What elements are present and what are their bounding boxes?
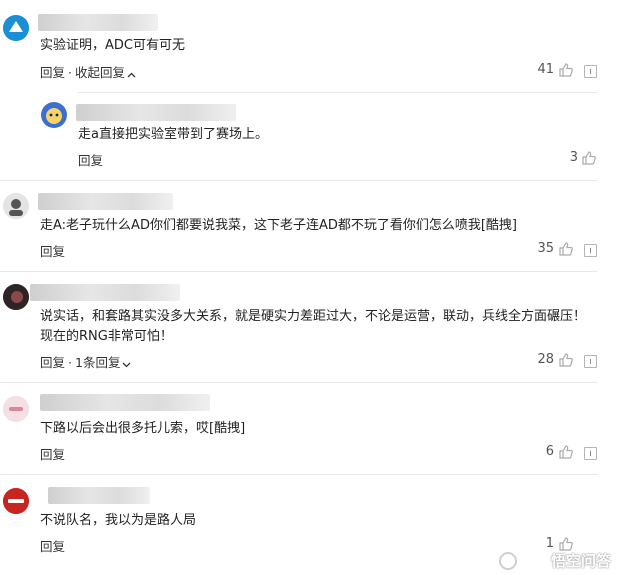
like-count: 3	[569, 150, 578, 165]
reply-button[interactable]: 回复	[40, 244, 65, 259]
comment-actions: 回复	[40, 241, 65, 260]
comment-text: 走A:老子玩什么AD你们都要说我菜，这下老子连AD都不玩了看你们怎么喷我[酷拽]	[40, 218, 517, 233]
avatar[interactable]	[3, 193, 29, 219]
report-icon[interactable]	[584, 447, 597, 460]
avatar[interactable]	[3, 396, 29, 422]
divider	[0, 180, 598, 181]
thumbs-up-icon[interactable]	[558, 444, 574, 460]
comment-actions: 回复 · 1条回复	[40, 352, 131, 371]
thumbs-up-icon[interactable]	[581, 150, 597, 166]
report-icon[interactable]	[584, 65, 597, 78]
divider	[0, 382, 598, 383]
like-count: 41	[537, 62, 554, 77]
comment-actions: 回复	[78, 150, 103, 169]
comment-actions: 回复 · 收起回复	[40, 62, 136, 81]
reply-button[interactable]: 回复	[40, 65, 65, 80]
watermark-logo-icon	[499, 552, 517, 570]
reply-button[interactable]: 回复	[40, 539, 65, 554]
comment-text: 现在的RNG非常可怕！	[40, 329, 173, 344]
like-count: 1	[545, 536, 554, 551]
report-icon[interactable]	[584, 244, 597, 257]
divider	[0, 271, 598, 272]
comment-text: 下路以后会出很多托儿索，哎[酷拽]	[40, 421, 246, 436]
reply-button[interactable]: 回复	[78, 153, 103, 168]
separator: ·	[68, 355, 72, 370]
thumbs-up-icon[interactable]	[558, 352, 574, 368]
avatar[interactable]	[3, 488, 29, 514]
comment-text: 实验证明，ADC可有可无	[40, 38, 185, 53]
thumbs-up-icon[interactable]	[558, 241, 574, 257]
comment-text: 说实话，和套路其实没多大关系，就是硬实力差距过大，不论是运营，联动，兵线全方面碾…	[40, 309, 587, 324]
thumbs-up-icon[interactable]	[558, 62, 574, 78]
like-count: 35	[537, 241, 554, 256]
report-icon[interactable]	[584, 355, 597, 368]
expand-replies-button[interactable]: 1条回复	[75, 355, 120, 370]
username-blurred[interactable]	[38, 193, 173, 210]
divider	[0, 474, 598, 475]
avatar[interactable]	[41, 102, 67, 128]
separator: ·	[68, 65, 72, 80]
username-blurred[interactable]	[40, 394, 210, 411]
collapse-replies-button[interactable]: 收起回复	[75, 65, 125, 80]
username-blurred[interactable]	[48, 487, 150, 504]
chevron-down-icon[interactable]	[122, 356, 131, 371]
watermark: 悟空问答	[550, 552, 611, 570]
username-blurred[interactable]	[30, 284, 180, 301]
chevron-up-icon[interactable]	[127, 66, 136, 81]
avatar[interactable]	[3, 15, 29, 41]
divider	[78, 92, 598, 93]
comment-text: 走a直接把实验室带到了赛场上。	[78, 127, 268, 142]
like-count: 6	[545, 444, 554, 459]
username-blurred[interactable]	[38, 14, 158, 31]
comment-actions: 回复	[40, 444, 65, 463]
username-blurred[interactable]	[76, 104, 236, 121]
like-count: 28	[537, 352, 554, 367]
reply-button[interactable]: 回复	[40, 355, 65, 370]
comment-text: 不说队名，我以为是路人局	[40, 513, 197, 528]
reply-button[interactable]: 回复	[40, 447, 65, 462]
comment-actions: 回复	[40, 536, 65, 555]
avatar[interactable]	[3, 284, 29, 310]
